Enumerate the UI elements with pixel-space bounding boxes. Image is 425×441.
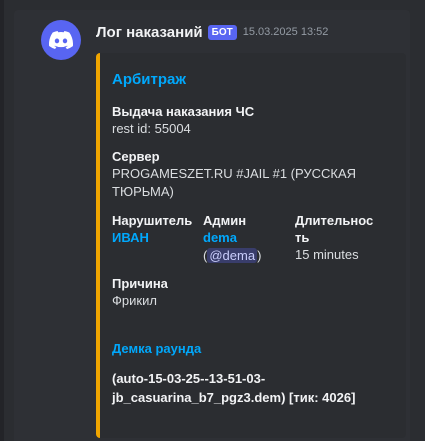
field-value: 15 minutes xyxy=(295,247,359,262)
bot-avatar[interactable] xyxy=(41,20,81,60)
demo-file-line2: jb_casuarina_b7_pgz3.dem) [тик: 4026] xyxy=(112,390,356,405)
field-name-line1: Длительнос xyxy=(295,213,374,228)
admin-mention[interactable]: @dema xyxy=(207,248,258,263)
field-reason: Причина Фрикил xyxy=(112,275,392,310)
field-value-line2: ТЮРЬМА) xyxy=(112,184,174,199)
message-header: Лог наказаний БОТ 15.03.2025 13:52 xyxy=(96,22,328,42)
field-name: Причина xyxy=(112,276,168,291)
field-duration: Длительнос ть 15 minutes xyxy=(295,212,395,264)
paren-close: ) xyxy=(257,248,262,263)
violator-link[interactable]: ИВАН xyxy=(112,229,202,247)
field-name: Выдача наказания ЧС xyxy=(112,104,255,119)
field-value: rest id: 55004 xyxy=(112,121,191,136)
field-ban-issue: Выдача наказания ЧС rest id: 55004 xyxy=(112,103,392,138)
username[interactable]: Лог наказаний xyxy=(96,24,203,41)
bot-tag: БОТ xyxy=(207,24,237,40)
field-name: Админ xyxy=(203,213,247,228)
discord-logo-icon xyxy=(49,31,73,49)
field-name-line2: ть xyxy=(295,230,310,245)
timestamp: 15.03.2025 13:52 xyxy=(242,26,329,38)
demo-section: Демка раунда (auto-15-03-25--13-51-03- j… xyxy=(112,340,402,407)
demo-link[interactable]: Демка раунда xyxy=(112,340,402,357)
field-server: Сервер PROGAMESZET.RU #JAIL #1 (РУССКАЯ … xyxy=(112,148,392,201)
admin-mention-row: (@dema) xyxy=(203,247,293,265)
field-value-line1: PROGAMESZET.RU #JAIL #1 (РУССКАЯ xyxy=(112,166,357,181)
message: Лог наказаний БОТ 15.03.2025 13:52 Арбит… xyxy=(14,10,410,441)
embed: Арбитраж Выдача наказания ЧС rest id: 55… xyxy=(96,53,406,438)
embed-title[interactable]: Арбитраж xyxy=(112,71,186,88)
demo-file-line1: (auto-15-03-25--13-51-03- xyxy=(112,371,266,386)
admin-link[interactable]: dema xyxy=(203,229,293,247)
field-name: Сервер xyxy=(112,149,160,164)
left-edge xyxy=(0,0,4,441)
field-value: Фрикил xyxy=(112,293,157,308)
field-violator: Нарушитель ИВАН xyxy=(112,212,202,247)
field-admin: Админ dema (@dema) xyxy=(203,212,293,265)
field-name: Нарушитель xyxy=(112,213,193,228)
